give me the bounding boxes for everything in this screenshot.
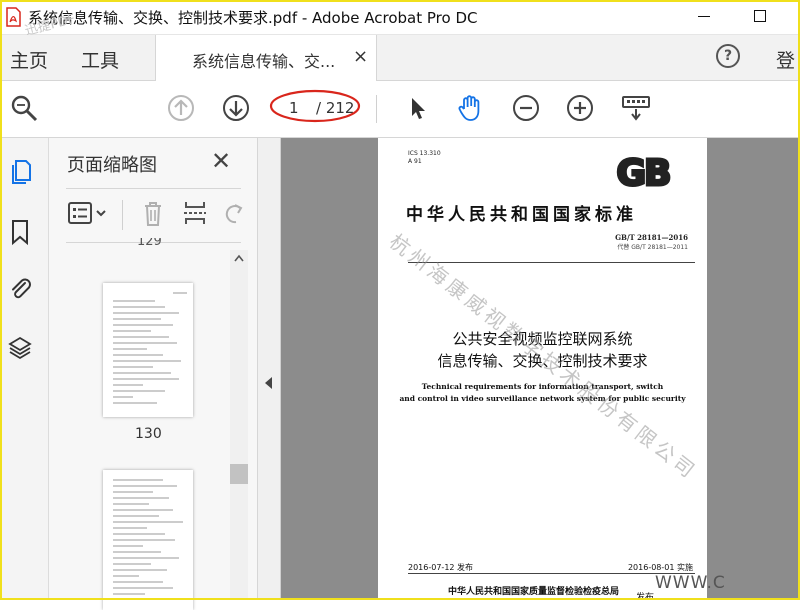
watermark-url: WWW.C [655, 573, 726, 593]
thumbnail-options-icon[interactable] [67, 198, 109, 228]
maximize-icon[interactable] [754, 10, 766, 22]
login-link[interactable]: 登 [776, 46, 795, 73]
collapse-panel-strip[interactable] [258, 138, 281, 600]
window-title: 系统信息传输、交换、控制技术要求.pdf - Adobe Acrobat Pro… [28, 9, 478, 27]
hand-tool-icon[interactable] [456, 94, 484, 122]
thumbnail-scrollbar[interactable] [230, 250, 248, 600]
english-title-line1: Technical requirements for information t… [421, 382, 664, 391]
standard-code: GB/T 28181—2016 [615, 233, 688, 242]
scrollbar-thumb[interactable] [230, 464, 248, 484]
rule-line [408, 573, 695, 574]
tab-home[interactable]: 主页 [10, 46, 48, 73]
select-pointer-icon[interactable] [403, 94, 431, 122]
divider [66, 188, 241, 189]
thumbnail-content [113, 479, 183, 595]
rule-line [408, 262, 695, 263]
issue-date: 2016-07-12 发布 [408, 563, 474, 572]
implement-date: 2016-08-01 实施 [627, 563, 693, 572]
close-panel-icon[interactable]: ✕ [211, 147, 231, 175]
gb-logo: GB GB [615, 152, 673, 192]
divider [122, 200, 123, 230]
toolbar: 1 / 212 [0, 81, 800, 138]
layers-icon[interactable] [8, 334, 32, 362]
pdf-page: ICS 13.310 A 91 GB GB 中华人民共和国国家标准 GB/T 2… [378, 138, 707, 600]
thumbnail-panel: 页面缩略图 ✕ 129 130 [49, 138, 258, 610]
ics-code: ICS 13.310 A 91 [408, 150, 441, 165]
toolbar-separator [376, 95, 377, 123]
zoom-out-icon[interactable] [512, 94, 540, 122]
issuer: 中华人民共和国国家质量监督检验检疫总局 [448, 587, 620, 597]
previous-page-icon[interactable] [167, 94, 195, 122]
nav-bar: 主页 工具 系统信息传输、交... × ? 登 [0, 35, 800, 81]
panel-title: 页面缩略图 [67, 155, 157, 176]
title-bar: 系统信息传输、交换、控制技术要求.pdf - Adobe Acrobat Pro… [0, 0, 800, 39]
next-page-icon[interactable] [222, 94, 250, 122]
collapse-panel-icon[interactable] [265, 377, 272, 389]
zoom-search-icon[interactable] [10, 94, 38, 122]
document-tab-label: 系统信息传输、交... [192, 52, 336, 71]
replaces-code: 代替 GB/T 28181—2011 [617, 244, 688, 251]
issue-word: 发布 [636, 593, 655, 600]
help-icon[interactable]: ? [716, 44, 740, 68]
page-thumbnails-icon[interactable] [8, 158, 32, 186]
zoom-in-icon[interactable] [566, 94, 594, 122]
delete-page-icon[interactable] [140, 198, 166, 228]
acrobat-icon [6, 7, 21, 27]
extract-pages-icon[interactable] [182, 198, 208, 228]
red-annotation-oval [269, 89, 361, 123]
scroll-up-icon[interactable] [234, 254, 244, 262]
thumbnail-content [113, 292, 187, 404]
thumbnail-label: 130 [135, 426, 162, 442]
gb-logo-text: GB [617, 153, 670, 192]
keyboard-icon[interactable] [621, 94, 651, 122]
bookmark-icon[interactable] [8, 218, 32, 246]
rotate-page-icon[interactable] [222, 198, 244, 228]
document-tab[interactable]: 系统信息传输、交... × [155, 35, 377, 81]
tab-tools[interactable]: 工具 [81, 46, 119, 73]
document-view[interactable]: ICS 13.310 A 91 GB GB 中华人民共和国国家标准 GB/T 2… [281, 138, 798, 600]
navigation-rail [0, 138, 49, 600]
page-thumbnail[interactable] [103, 470, 193, 610]
page-thumbnail[interactable] [103, 283, 193, 417]
thumbnail-label: 129 [137, 238, 162, 249]
english-title-line2: and control in video surveillance networ… [399, 394, 686, 403]
minimize-icon[interactable] [698, 16, 710, 17]
page-number-box[interactable]: 1 / 212 [269, 89, 361, 123]
standard-title: 中华人民共和国国家标准 [406, 205, 637, 225]
attachment-icon[interactable] [8, 274, 32, 302]
close-tab-icon[interactable]: × [353, 46, 368, 67]
